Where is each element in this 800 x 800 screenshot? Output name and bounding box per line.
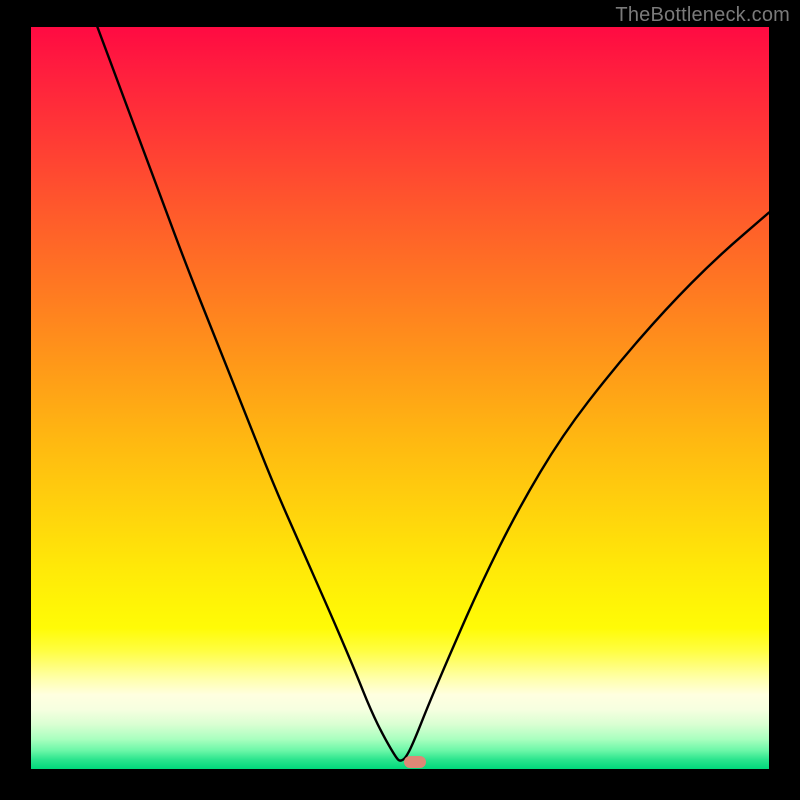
stage: TheBottleneck.com <box>0 0 800 800</box>
curve-path <box>97 27 769 761</box>
watermark-text: TheBottleneck.com <box>615 4 790 27</box>
plot-area <box>31 27 769 769</box>
vertex-marker <box>404 756 426 768</box>
bottleneck-curve <box>31 27 769 769</box>
